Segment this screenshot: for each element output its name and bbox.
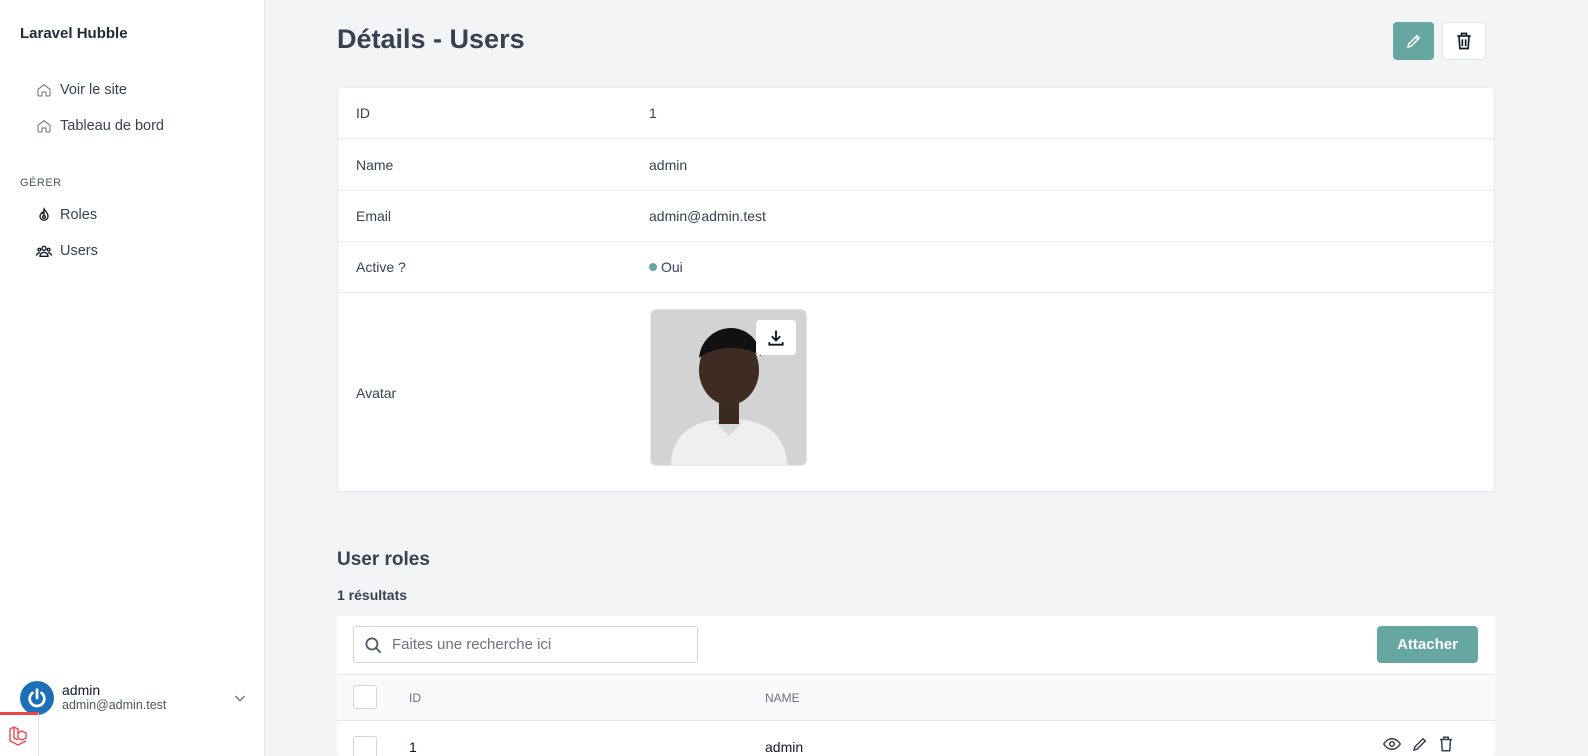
column-header-name[interactable]: NAME [765, 691, 800, 705]
sidebar-item-users[interactable]: Users [36, 243, 98, 259]
status-dot [649, 263, 657, 271]
download-icon [768, 330, 784, 346]
user-menu[interactable]: admin admin@admin.test [20, 680, 252, 716]
power-icon [28, 688, 46, 708]
sidebar-item-label: Users [60, 243, 98, 259]
detail-row-active: Active ? Oui [338, 242, 1494, 293]
avatar-image [650, 309, 807, 466]
relation-table: Attacher ID NAME 1 admin [337, 616, 1495, 756]
chevron-down-icon[interactable] [232, 690, 248, 706]
relation-title: User roles [337, 549, 430, 570]
column-header-id[interactable]: ID [409, 691, 421, 705]
pencil-icon[interactable] [1411, 735, 1429, 753]
field-value: 1 [649, 105, 657, 121]
cell-name: admin [765, 739, 804, 755]
detail-row-avatar: Avatar [338, 293, 1494, 493]
row-actions [1381, 735, 1455, 753]
pencil-icon [1406, 34, 1420, 49]
sidebar-item-label: Tableau de bord [60, 118, 164, 134]
field-value: admin [649, 156, 688, 173]
field-label: Email [356, 208, 392, 224]
select-all-checkbox[interactable] [353, 685, 377, 709]
avatar [20, 681, 54, 715]
field-value: admin@admin.test [649, 208, 766, 224]
page-title: Détails - Users [337, 24, 525, 54]
detail-row-email: Email admin@admin.test [338, 191, 1494, 242]
sidebar-item-tableau-de-bord[interactable]: Tableau de bord [36, 118, 164, 134]
sidebar: Laravel Hubble Voir le site Tableau de b… [0, 0, 265, 756]
home-icon [37, 83, 51, 97]
cell-id: 1 [409, 739, 417, 755]
eye-icon[interactable] [1381, 735, 1403, 753]
table-header: ID NAME [337, 674, 1495, 721]
field-label: ID [356, 105, 370, 121]
user-email: admin@admin.test [62, 698, 167, 712]
user-name: admin [62, 682, 101, 698]
trash-icon[interactable] [1437, 735, 1455, 753]
users-icon [36, 245, 52, 257]
detail-row-id: ID 1 [338, 88, 1494, 139]
row-checkbox[interactable] [353, 736, 377, 756]
detail-row-name: Name admin [338, 139, 1494, 191]
download-button[interactable] [756, 320, 796, 355]
search-box[interactable] [353, 626, 698, 663]
field-label: Avatar [356, 385, 397, 401]
laravel-logo[interactable] [0, 712, 39, 756]
field-label: Active ? [356, 259, 406, 275]
field-label: Name [356, 156, 394, 173]
laravel-icon [9, 725, 27, 746]
delete-button[interactable] [1442, 22, 1486, 60]
sidebar-item-label: Roles [60, 207, 98, 223]
sidebar-item-voir-le-site[interactable]: Voir le site [36, 82, 127, 98]
status-text: Oui [661, 259, 683, 275]
sidebar-item-roles[interactable]: Roles [36, 207, 97, 223]
table-row[interactable]: 1 admin [337, 721, 1495, 756]
results-count: 1 résultats [337, 587, 408, 603]
search-icon [365, 637, 382, 654]
trash-icon [1457, 32, 1471, 50]
field-value-active: Oui [649, 259, 683, 275]
home-icon [37, 119, 51, 133]
brand-title[interactable]: Laravel Hubble [20, 25, 128, 42]
sidebar-item-label: Voir le site [60, 82, 127, 98]
search-input[interactable] [392, 636, 682, 653]
edit-button[interactable] [1393, 22, 1434, 60]
section-title-gerer: GÉRER [20, 177, 62, 189]
details-card: ID 1 Name admin Email admin@admin.test A… [337, 87, 1495, 492]
attach-button[interactable]: Attacher [1377, 626, 1478, 663]
roles-icon [39, 207, 49, 221]
